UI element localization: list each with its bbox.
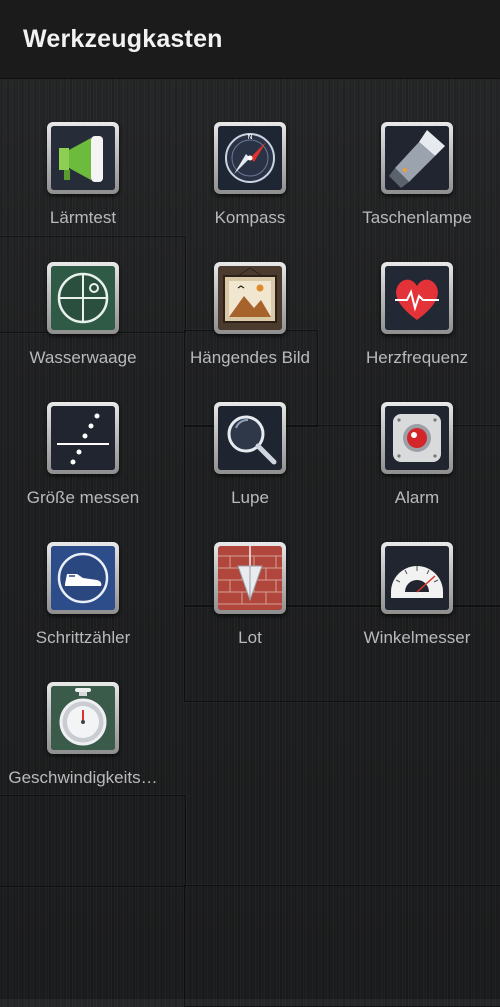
tool-label: Geschwindigkeits… <box>8 768 158 787</box>
tool-hanging-picture[interactable]: Hängendes Bild <box>167 262 333 402</box>
tool-icon-frame <box>47 262 119 334</box>
magnifier-icon <box>218 406 282 470</box>
svg-text:N: N <box>247 133 252 141</box>
measure-size-icon <box>51 406 115 470</box>
tool-heart-rate[interactable]: Herzfrequenz <box>334 262 500 402</box>
tool-label: Schrittzähler <box>35 628 131 647</box>
tool-label: Herzfrequenz <box>365 348 469 367</box>
tool-flashlight[interactable]: Taschenlampe <box>334 122 500 262</box>
tool-magnifier[interactable]: Lupe <box>167 402 333 542</box>
tool-icon-frame <box>381 542 453 614</box>
tool-spirit-level[interactable]: Wasserwaage <box>0 262 166 402</box>
plumb-bob-icon <box>218 546 282 610</box>
tool-protractor[interactable]: Winkelmesser <box>334 542 500 682</box>
tool-speed-meter[interactable]: Geschwindigkeits… <box>0 682 166 822</box>
compass-icon: N <box>218 126 282 190</box>
tool-label: Lupe <box>231 488 269 507</box>
tool-icon-frame <box>47 682 119 754</box>
tool-label: Kompass <box>214 208 286 227</box>
tool-icon-frame <box>47 122 119 194</box>
tool-measure-size[interactable]: Größe messen <box>0 402 166 542</box>
tool-icon-frame <box>47 402 119 474</box>
protractor-icon <box>385 546 449 610</box>
app-header: Werkzeugkasten <box>0 0 500 78</box>
flashlight-icon <box>385 126 449 190</box>
tool-icon-frame <box>214 402 286 474</box>
tool-icon-frame <box>214 262 286 334</box>
tool-label: Winkelmesser <box>363 628 471 647</box>
tool-label: Wasserwaage <box>29 348 137 367</box>
heart-rate-icon <box>385 266 449 330</box>
tool-compass[interactable]: N Kompass <box>167 122 333 262</box>
alarm-icon <box>385 406 449 470</box>
tool-icon-frame <box>214 542 286 614</box>
tool-label: Hängendes Bild <box>189 348 311 367</box>
page-title: Werkzeugkasten <box>23 25 223 53</box>
tool-icon-frame <box>381 402 453 474</box>
background-panel <box>184 885 500 1007</box>
tool-icon-frame: N <box>214 122 286 194</box>
tool-label: Lot <box>238 628 262 647</box>
level-icon <box>51 266 115 330</box>
tool-noise-test[interactable]: Lärmtest <box>0 122 166 262</box>
pedometer-icon <box>51 546 115 610</box>
tool-label: Lärmtest <box>49 208 117 227</box>
tool-plumb-bob[interactable]: Lot <box>167 542 333 682</box>
stopwatch-icon <box>51 686 115 750</box>
tool-pedometer[interactable]: Schrittzähler <box>0 542 166 682</box>
tool-icon-frame <box>381 262 453 334</box>
tool-label: Alarm <box>394 488 440 507</box>
tool-icon-frame <box>381 122 453 194</box>
tool-alarm[interactable]: Alarm <box>334 402 500 542</box>
hanging-picture-icon <box>218 266 282 330</box>
tool-label: Größe messen <box>26 488 140 507</box>
tool-label: Taschenlampe <box>362 208 472 227</box>
megaphone-icon <box>51 126 115 190</box>
tool-icon-frame <box>47 542 119 614</box>
